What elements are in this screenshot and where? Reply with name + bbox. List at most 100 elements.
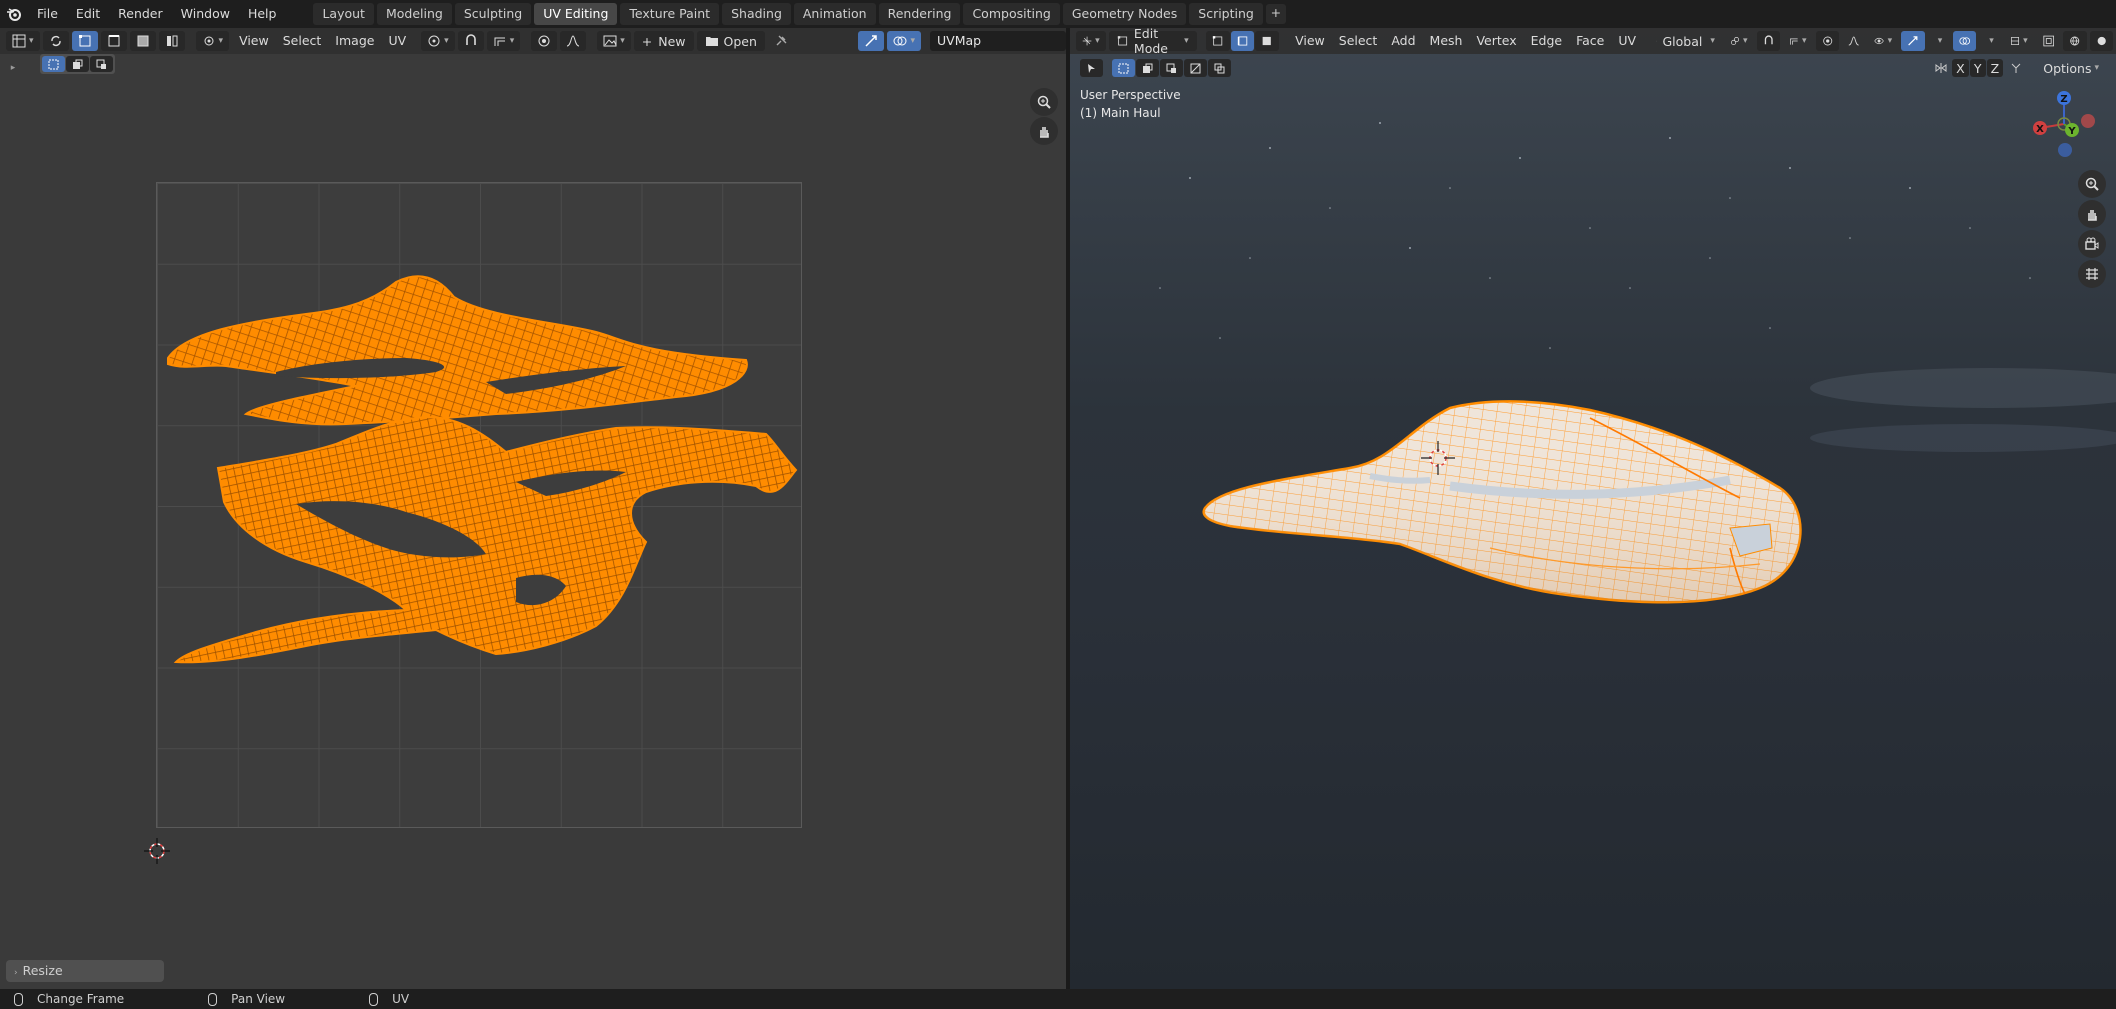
- vertex-select-mode-icon[interactable]: [71, 31, 98, 51]
- face-select-mode-icon[interactable]: [129, 31, 156, 51]
- tab-modeling[interactable]: Modeling: [376, 3, 452, 25]
- vp-select-new-icon[interactable]: [1112, 59, 1135, 77]
- uv-menu-uv[interactable]: UV: [381, 31, 413, 51]
- tab-animation[interactable]: Animation: [793, 3, 876, 25]
- tab-rendering[interactable]: Rendering: [878, 3, 961, 25]
- xray-toggle-icon[interactable]: [2037, 31, 2060, 51]
- menu-window[interactable]: Window: [172, 0, 239, 28]
- tab-texture-paint[interactable]: Texture Paint: [620, 3, 720, 25]
- open-image-button[interactable]: Open: [696, 31, 765, 51]
- editor-type-icon[interactable]: ▾: [6, 31, 40, 51]
- vp-gizmo-icon[interactable]: [1901, 31, 1925, 51]
- uv-island-lower[interactable]: [173, 416, 798, 664]
- uv-pan-icon[interactable]: [1030, 117, 1058, 145]
- vp-gizmo-dropdown-icon[interactable]: ▾: [1928, 31, 1950, 51]
- vp-falloff-icon[interactable]: [1842, 31, 1865, 51]
- pin-icon[interactable]: [768, 31, 794, 51]
- select-extend-icon[interactable]: [66, 56, 89, 72]
- 2d-cursor-icon[interactable]: [144, 838, 170, 864]
- auto-merge-icon[interactable]: [2006, 58, 2026, 78]
- uv-island-upper[interactable]: [167, 275, 748, 426]
- vp-menu-view[interactable]: View: [1288, 31, 1332, 51]
- tab-scripting[interactable]: Scripting: [1189, 3, 1263, 25]
- mirror-y-toggle[interactable]: Y: [1969, 59, 1986, 77]
- visibility-icon[interactable]: ▾: [1868, 31, 1898, 51]
- 3d-viewport[interactable]: ▾ Edit Mode ▾ View Select Add Mesh Vertex…: [1070, 28, 2116, 989]
- menu-file[interactable]: File: [28, 0, 67, 28]
- edge-select-mode-icon[interactable]: [100, 31, 127, 51]
- menu-edit[interactable]: Edit: [67, 0, 109, 28]
- uv-map-field[interactable]: UVMap: [930, 31, 1066, 51]
- uv-sync-selection-icon[interactable]: [42, 31, 69, 51]
- camera-view-icon[interactable]: [2078, 230, 2106, 258]
- tab-layout[interactable]: Layout: [313, 3, 374, 25]
- vp-proportional-icon[interactable]: [1815, 31, 1840, 51]
- tab-shading[interactable]: Shading: [722, 3, 791, 25]
- snap-target-icon[interactable]: ▾: [486, 31, 521, 51]
- uv-editor[interactable]: ▾ ▾ View Select Image UV ▾ ▾ ▾ + New Open…: [0, 28, 1066, 989]
- image-browse-icon[interactable]: ▾: [597, 31, 631, 51]
- toolbar-toggle-icon[interactable]: ▸: [6, 58, 20, 78]
- add-workspace-button[interactable]: +: [1265, 4, 1286, 24]
- falloff-curve-icon[interactable]: [560, 31, 587, 51]
- mode-select-dropdown[interactable]: Edit Mode ▾: [1108, 28, 1197, 56]
- main-hull-mesh[interactable]: [1070, 28, 2116, 989]
- vp-zoom-icon[interactable]: [2078, 170, 2106, 198]
- viewport-editor-type-icon[interactable]: ▾: [1076, 31, 1106, 51]
- vp-vertex-mode-icon[interactable]: [1206, 31, 1230, 51]
- shading-solid-icon[interactable]: [2089, 31, 2113, 51]
- vp-pan-icon[interactable]: [2078, 200, 2106, 228]
- select-new-icon[interactable]: [42, 56, 65, 72]
- uv-menu-select[interactable]: Select: [276, 31, 329, 51]
- sticky-selection-icon[interactable]: ▾: [195, 31, 230, 51]
- vp-snap-target-icon[interactable]: ▾: [1783, 31, 1813, 51]
- vp-select-invert-icon[interactable]: [1184, 59, 1207, 77]
- tab-compositing[interactable]: Compositing: [963, 3, 1060, 25]
- uv-gizmo-icon[interactable]: [858, 31, 885, 51]
- transform-orientation-dropdown[interactable]: Global ▾: [1650, 31, 1721, 51]
- navigation-gizmo[interactable]: X Y Z: [2026, 86, 2106, 166]
- pivot-point-icon[interactable]: ▾: [421, 31, 455, 51]
- vp-overlays-icon[interactable]: [1952, 31, 1977, 51]
- vp-overlays-dropdown-icon[interactable]: ▾: [1979, 31, 2001, 51]
- vp-select-intersect-icon[interactable]: [1208, 59, 1231, 77]
- uv-menu-image[interactable]: Image: [328, 31, 381, 51]
- select-subtract-icon[interactable]: [90, 56, 113, 72]
- island-select-mode-icon[interactable]: [158, 31, 185, 51]
- tab-sculpting[interactable]: Sculpting: [454, 3, 532, 25]
- uv-menu-view[interactable]: View: [232, 31, 276, 51]
- vp-tool-icon[interactable]: [1080, 59, 1103, 77]
- uv-overlays-icon[interactable]: ▾: [887, 31, 921, 51]
- menu-render[interactable]: Render: [109, 0, 172, 28]
- vp-edge-mode-icon[interactable]: [1230, 31, 1255, 51]
- proportional-editing-icon[interactable]: [531, 31, 558, 51]
- vp-face-mode-icon[interactable]: [1255, 31, 1279, 51]
- snap-icon[interactable]: [457, 31, 484, 51]
- vp-menu-uv[interactable]: UV: [1611, 31, 1643, 51]
- menu-help[interactable]: Help: [239, 0, 286, 28]
- transform-pivot-icon[interactable]: ▾: [1724, 31, 1754, 51]
- 3d-cursor-icon[interactable]: [1421, 441, 1455, 475]
- vp-menu-edge[interactable]: Edge: [1524, 31, 1569, 51]
- vp-menu-mesh[interactable]: Mesh: [1423, 31, 1470, 51]
- tab-uv-editing[interactable]: UV Editing: [534, 3, 618, 25]
- vp-menu-face[interactable]: Face: [1569, 31, 1611, 51]
- mirror-icon[interactable]: [1933, 58, 1949, 78]
- uv-zoom-icon[interactable]: [1030, 88, 1058, 116]
- blender-logo-icon[interactable]: [0, 0, 28, 28]
- vp-menu-add[interactable]: Add: [1384, 31, 1422, 51]
- uv-islands[interactable]: [156, 182, 802, 828]
- tab-geometry-nodes[interactable]: Geometry Nodes: [1062, 3, 1187, 25]
- new-image-button[interactable]: + New: [633, 31, 694, 51]
- vp-menu-vertex[interactable]: Vertex: [1469, 31, 1523, 51]
- vp-select-subtract-icon[interactable]: [1160, 59, 1183, 77]
- vp-menu-select[interactable]: Select: [1332, 31, 1385, 51]
- vp-select-extend-icon[interactable]: [1136, 59, 1159, 77]
- shading-wireframe-icon[interactable]: [2063, 31, 2087, 51]
- mirror-z-toggle[interactable]: Z: [1986, 59, 2004, 77]
- vp-snap-icon[interactable]: [1756, 31, 1780, 51]
- options-dropdown[interactable]: Options ▾: [2039, 58, 2103, 78]
- ortho-toggle-icon[interactable]: [2078, 260, 2106, 288]
- mesh-edit-overlay-icon[interactable]: ▾: [2004, 31, 2034, 51]
- mirror-x-toggle[interactable]: X: [1952, 59, 1969, 77]
